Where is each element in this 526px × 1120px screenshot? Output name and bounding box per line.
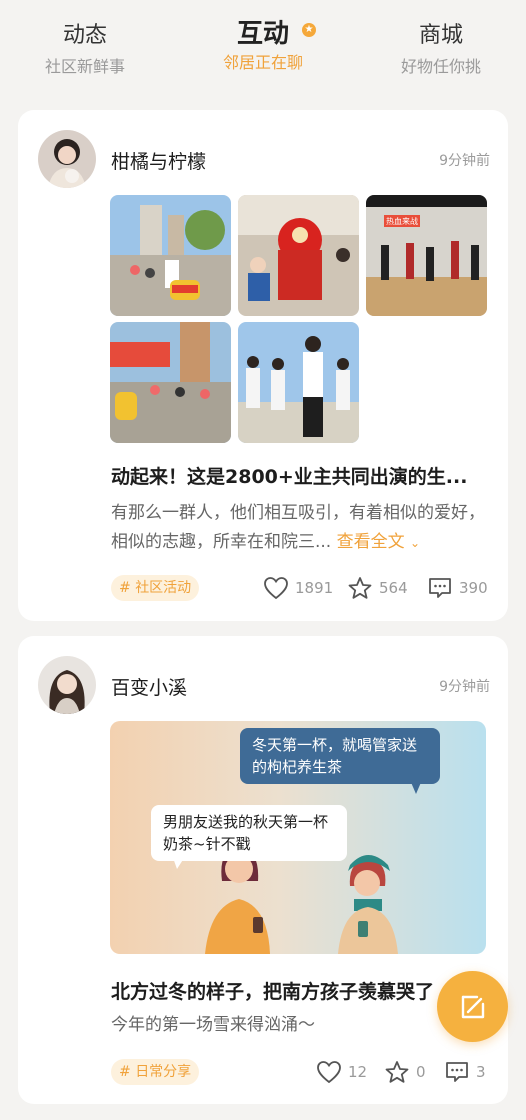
comment-count: 390 bbox=[459, 579, 488, 597]
tab-subtitle: 邻居正在聊 bbox=[222, 53, 303, 72]
topic-tag-label: 日常分享 bbox=[135, 1064, 192, 1080]
compose-button[interactable] bbox=[437, 971, 508, 1042]
heart-icon bbox=[264, 577, 288, 600]
post-illustration[interactable]: 冬天第一杯，就喝管家送的枸杞养生茶 男朋友送我的秋天第一杯奶茶~针不戳 bbox=[110, 721, 486, 954]
top-tabs: 动态 社区新鲜事 互动 邻居正在聊 ★ 商城 好物任你挑 bbox=[0, 0, 526, 100]
comment-icon bbox=[429, 578, 451, 598]
comment-icon bbox=[446, 1062, 468, 1082]
favorite-button[interactable]: 564 bbox=[347, 576, 408, 600]
post-card[interactable]: 百变小溪 9分钟前 冬天第一杯，就喝管家送的枸杞养生茶 男朋友送我的秋天第一杯奶… bbox=[18, 636, 508, 1104]
like-count: 12 bbox=[348, 1063, 368, 1081]
favorite-count: 0 bbox=[416, 1063, 426, 1081]
chevron-down-icon: ⌄ bbox=[410, 536, 421, 550]
tab-subtitle: 好物任你挑 bbox=[400, 57, 481, 76]
username[interactable]: 柑橘与柠檬 bbox=[111, 147, 206, 174]
tab-dynamic[interactable]: 动态 社区新鲜事 bbox=[0, 20, 170, 80]
post-body[interactable]: 今年的第一场雪来得汹涌～ bbox=[111, 1011, 489, 1040]
post-title[interactable]: 动起来！这是2800+业主共同出演的生... bbox=[111, 462, 483, 489]
view-full-label: 查看全文 bbox=[336, 532, 405, 552]
topic-tag-label: 社区活动 bbox=[135, 580, 192, 596]
topic-tag[interactable]: # 社区活动 bbox=[111, 575, 200, 601]
new-badge-icon: ★ bbox=[302, 23, 316, 37]
like-count: 1891 bbox=[295, 579, 334, 597]
edit-icon bbox=[461, 995, 484, 1018]
like-button[interactable]: 12 bbox=[316, 1060, 367, 1084]
post-card[interactable]: 柑橘与柠檬 9分钟前 热血来战 动起来！这是2800+业主共同出演的生... 有… bbox=[18, 110, 508, 621]
post-photo[interactable] bbox=[110, 322, 231, 443]
tab-subtitle: 社区新鲜事 bbox=[44, 57, 125, 76]
comment-count: 3 bbox=[476, 1063, 486, 1081]
tab-label: 动态 bbox=[62, 23, 107, 48]
post-time: 9分钟前 bbox=[439, 153, 490, 169]
bubble-tail-icon bbox=[172, 855, 186, 869]
view-full-link[interactable]: 查看全文 ⌄ bbox=[337, 532, 420, 552]
post-body-text: 有那么一群人，他们相互吸引，有着相似的爱好，相似的志趣，所幸在和院三... bbox=[111, 503, 485, 552]
post-body[interactable]: 有那么一群人，他们相互吸引，有着相似的爱好，相似的志趣，所幸在和院三... 查看… bbox=[111, 499, 489, 558]
post-photo[interactable] bbox=[238, 195, 359, 316]
comment-button[interactable]: 390 bbox=[427, 576, 488, 600]
post-photo[interactable] bbox=[238, 322, 359, 443]
heart-icon bbox=[317, 1061, 341, 1084]
tab-interaction[interactable]: 互动 邻居正在聊 ★ bbox=[178, 19, 348, 76]
like-button[interactable]: 1891 bbox=[263, 576, 333, 600]
post-time: 9分钟前 bbox=[439, 679, 490, 695]
avatar[interactable] bbox=[38, 130, 96, 188]
star-icon bbox=[348, 577, 372, 599]
speech-bubble-left: 男朋友送我的秋天第一杯奶茶~针不戳 bbox=[151, 805, 347, 861]
favorite-button[interactable]: 0 bbox=[384, 1060, 426, 1084]
post-photo[interactable]: 热血来战 bbox=[366, 195, 487, 316]
comment-button[interactable]: 3 bbox=[444, 1060, 486, 1084]
star-icon bbox=[385, 1061, 409, 1083]
post-photo[interactable] bbox=[110, 195, 231, 316]
tab-label: 商城 bbox=[418, 23, 463, 48]
topic-tag[interactable]: # 日常分享 bbox=[111, 1059, 200, 1085]
photo-banner-text: 热血来战 bbox=[386, 216, 418, 226]
tab-label: 互动 bbox=[236, 19, 289, 49]
avatar[interactable] bbox=[38, 656, 96, 714]
favorite-count: 564 bbox=[379, 579, 408, 597]
speech-bubble-right: 冬天第一杯，就喝管家送的枸杞养生茶 bbox=[240, 728, 440, 784]
username[interactable]: 百变小溪 bbox=[111, 673, 187, 700]
post-title[interactable]: 北方过冬的样子，把南方孩子羡慕哭了 bbox=[111, 977, 483, 1004]
bubble-tail-icon bbox=[410, 780, 422, 794]
tab-mall[interactable]: 商城 好物任你挑 bbox=[356, 20, 526, 80]
